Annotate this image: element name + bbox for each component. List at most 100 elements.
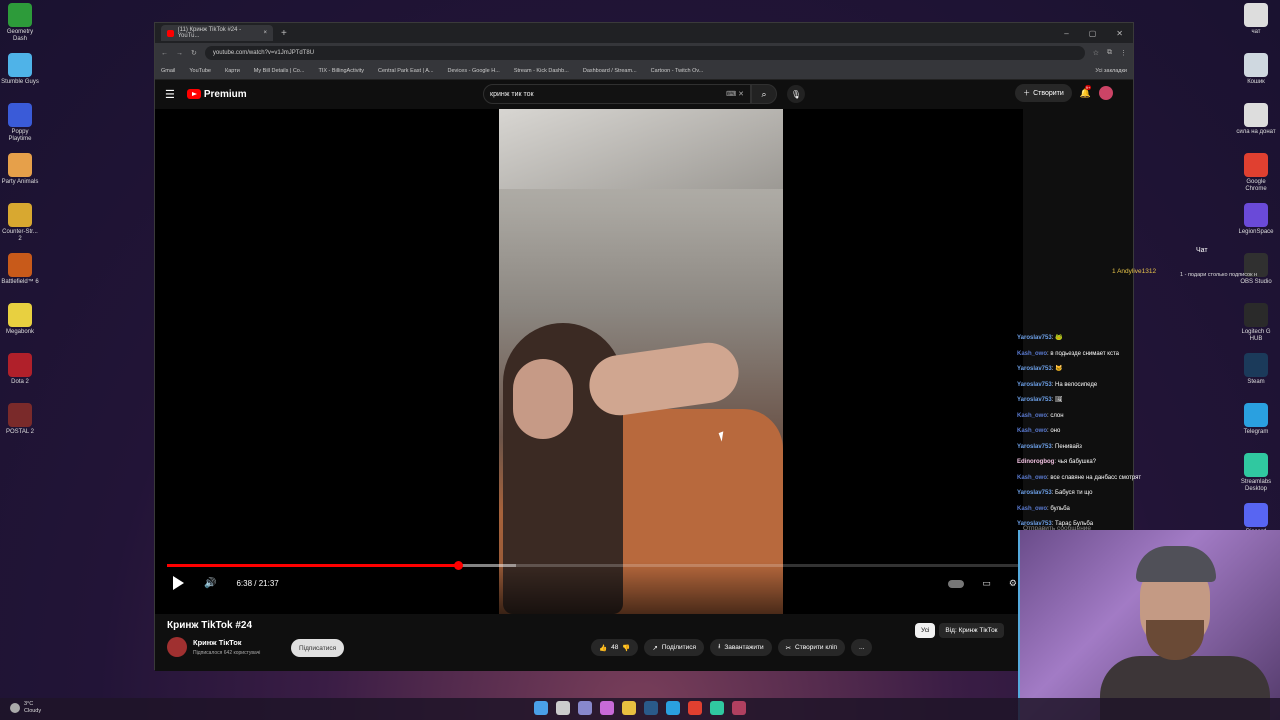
chat-username[interactable]: Kash_owo (1017, 413, 1047, 419)
telegram-icon[interactable] (666, 701, 680, 715)
video-player[interactable]: 🔊 6:38 / 21:37 ▭ ⚙ (155, 109, 1023, 614)
menu-icon[interactable]: ⋮ (1120, 49, 1127, 57)
steam-icon[interactable] (644, 701, 658, 715)
keyboard-icon[interactable]: ⌨ ✕ (726, 90, 744, 98)
minimize-icon[interactable]: – (1064, 29, 1068, 38)
channel-avatar[interactable] (167, 637, 187, 657)
bookmark-item[interactable]: Cartoon - Twitch Ov... (651, 68, 704, 74)
desktop-app-icon[interactable]: Counter-Str... 2 (0, 200, 40, 250)
desktop-app-icon[interactable]: LegionSpace (1236, 200, 1276, 250)
desktop-app-icon[interactable]: Telegram (1236, 400, 1276, 450)
all-bookmarks[interactable]: Усі закладки (1095, 68, 1127, 74)
copilot-icon[interactable] (600, 701, 614, 715)
scrubber-handle[interactable] (454, 561, 464, 570)
progress-bar[interactable] (167, 561, 1019, 570)
desktop-app-icon[interactable]: Poppy Playtime (0, 100, 40, 150)
bookmark-item[interactable]: My Bill Details | Co... (254, 68, 305, 74)
desktop-app-icon[interactable]: Party Animals (0, 150, 40, 200)
bookmark-item[interactable]: Stream - Kick Dashb... (514, 68, 569, 74)
chrome-icon[interactable] (688, 701, 702, 715)
chat-username[interactable]: Yaroslav753 (1017, 444, 1052, 450)
volume-icon[interactable]: 🔊 (204, 578, 216, 589)
forward-icon[interactable]: → (176, 50, 183, 57)
close-tab-icon[interactable]: × (263, 30, 267, 36)
search-input[interactable]: кринж тик ток ⌨ ✕ (483, 84, 751, 104)
bookmark-star-icon[interactable]: ☆ (1093, 49, 1099, 57)
hamburger-menu-icon[interactable]: ☰ (165, 88, 175, 101)
notifications-button[interactable]: 🔔 9+ (1080, 84, 1092, 99)
bookmark-item[interactable]: TIX - BillingActivity (318, 68, 364, 74)
bookmark-item[interactable]: Devices - Google H... (448, 68, 500, 74)
browser-tab[interactable]: (11) Кринж TikTok #24 - YouTu... × (161, 25, 273, 41)
settings-gear-icon[interactable]: ⚙ (1009, 578, 1017, 589)
back-icon[interactable]: ← (161, 50, 168, 57)
app-icon[interactable] (732, 701, 746, 715)
play-icon[interactable] (173, 576, 184, 590)
close-window-icon[interactable]: ✕ (1116, 29, 1123, 38)
chat-username[interactable]: Yaroslav753 (1017, 382, 1052, 388)
desktop-icon-label: Megabonk (5, 329, 35, 335)
chat-username[interactable]: Yaroslav753 (1017, 335, 1052, 341)
channel-name[interactable]: Кринж ТікТок (193, 638, 242, 647)
subtitles-icon[interactable]: ▭ (982, 578, 991, 589)
subscribe-button[interactable]: Підписатися (291, 639, 345, 657)
task-view-icon[interactable] (578, 701, 592, 715)
url-field[interactable]: youtube.com/watch?v=v1JmJPTdT8U (204, 46, 1085, 60)
search-button[interactable]: ⌕ (751, 84, 777, 104)
clip-button[interactable]: ✂ Створити кліп (777, 639, 846, 656)
desktop-app-icon[interactable]: Google Chrome (1236, 150, 1276, 200)
autoplay-toggle[interactable] (948, 579, 965, 588)
desktop-icon-label: Party Animals (1, 179, 39, 185)
desktop-icon-label: POSTAL 2 (5, 429, 34, 435)
desktop-app-icon[interactable]: Dota 2 (0, 350, 40, 400)
explorer-icon[interactable] (622, 701, 636, 715)
chat-username[interactable]: Kash_owo (1017, 475, 1047, 481)
more-actions-button[interactable]: ... (851, 639, 873, 656)
bookmark-item[interactable]: Central Park East | A... (378, 68, 434, 74)
filter-chip[interactable]: Від: Кринж ТікТок (939, 623, 1004, 638)
desktop-app-icon[interactable]: чат (1236, 0, 1276, 50)
chat-header: Чат (1196, 247, 1208, 254)
desktop-app-icon[interactable]: Steam (1236, 350, 1276, 400)
desktop-app-icon[interactable]: POSTAL 2 (0, 400, 40, 450)
share-button[interactable]: ↗ Поділитися (644, 639, 705, 656)
chat-username[interactable]: Edinorogbog (1017, 459, 1054, 465)
chat-username[interactable]: Yaroslav753 (1017, 521, 1052, 527)
desktop-app-icon[interactable]: Battlefield™ 6 (0, 250, 40, 300)
bookmark-item[interactable]: Gmail (161, 68, 175, 74)
search-icon[interactable] (556, 701, 570, 715)
reload-icon[interactable]: ↻ (191, 49, 197, 57)
chat-username[interactable]: Kash_owo (1017, 351, 1047, 357)
bookmark-item[interactable]: Карти (225, 68, 240, 74)
chat-username[interactable]: Yaroslav753 (1017, 366, 1052, 372)
desktop-app-icon[interactable]: Streamlabs Desktop (1236, 450, 1276, 500)
desktop-app-icon[interactable]: Geometry Dash (0, 0, 40, 50)
like-button[interactable]: 👍 48 👎 (591, 639, 639, 656)
chat-username[interactable]: Yaroslav753 (1017, 490, 1052, 496)
voice-search-button[interactable]: 🎙 (787, 85, 805, 103)
filter-chip[interactable]: Усі (915, 623, 936, 638)
bookmark-item[interactable]: Dashboard / Stream... (583, 68, 637, 74)
desktop-app-icon[interactable]: Кошик (1236, 50, 1276, 100)
desktop-app-icon[interactable]: сила на донат (1236, 100, 1276, 150)
streamlabs-icon[interactable] (710, 701, 724, 715)
avatar[interactable] (1099, 86, 1113, 100)
extensions-icon[interactable]: ⧉ (1107, 49, 1112, 57)
start-icon[interactable] (534, 701, 548, 715)
create-button[interactable]: ＋ Створити (1015, 84, 1072, 102)
bookmark-item[interactable]: YouTube (189, 68, 211, 74)
desktop-icon-label: Geometry Dash (6, 29, 34, 42)
desktop-app-icon[interactable]: Megabonk (0, 300, 40, 350)
temperature: 3°C (24, 701, 34, 707)
weather-widget[interactable]: 3°C Cloudy (10, 701, 41, 715)
thumbs-down-icon[interactable]: 👎 (622, 644, 630, 652)
chat-username[interactable]: Yaroslav753 (1017, 397, 1052, 403)
chat-username[interactable]: Kash_owo (1017, 428, 1047, 434)
new-tab-button[interactable]: + (281, 28, 287, 39)
desktop-app-icon[interactable]: Stumble Guys (0, 50, 40, 100)
maximize-icon[interactable]: ▢ (1089, 29, 1097, 38)
download-button[interactable]: ⭳ Завантажити (710, 639, 772, 656)
youtube-logo[interactable]: Premium (186, 89, 247, 100)
chat-username[interactable]: Kash_owo (1017, 506, 1047, 512)
desktop-app-icon[interactable]: Logitech G HUB (1236, 300, 1276, 350)
